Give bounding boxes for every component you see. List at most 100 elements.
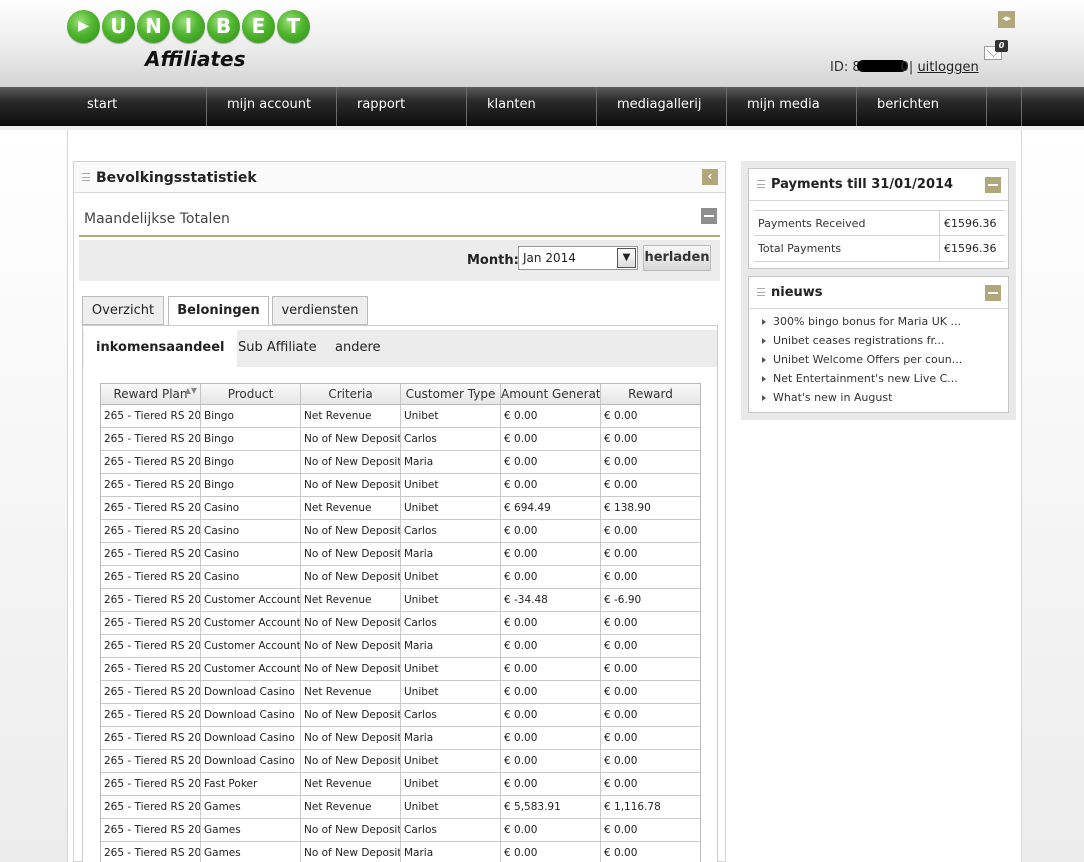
- panel-header: Bevolkingsstatistiek ‹: [74, 162, 725, 193]
- table-row[interactable]: 265 - Tiered RS 2014GamesNet RevenueUnib…: [101, 796, 700, 819]
- cell-customer-type: Unibet: [401, 681, 501, 703]
- logo-letters: ▶ U N I B E T: [67, 10, 312, 43]
- cell-customer-type: Unibet: [401, 474, 501, 496]
- table-row[interactable]: 265 - Tiered RS 2014BingoNo of New Depos…: [101, 428, 700, 451]
- minimize-icon[interactable]: [985, 177, 1001, 193]
- panel-title: Bevolkingsstatistiek: [96, 170, 257, 186]
- month-select-value: Jan 2014: [523, 251, 576, 265]
- table-row[interactable]: 265 - Tiered RS 2014Download CasinoNo of…: [101, 727, 700, 750]
- population-stats-panel: Bevolkingsstatistiek ‹ Maandelijkse Tota…: [73, 161, 726, 862]
- cell-criteria: Net Revenue: [301, 589, 401, 611]
- news-widget: nieuws 300% bingo bonus for Maria UK ...…: [748, 276, 1009, 413]
- cell-product: Bingo: [201, 474, 301, 496]
- cell-criteria: No of New Depositing: [301, 520, 401, 542]
- table-row[interactable]: 265 - Tiered RS 2014GamesNo of New Depos…: [101, 819, 700, 842]
- cell-customer-type: Maria: [401, 842, 501, 862]
- payment-value: €1596.36: [944, 242, 997, 255]
- table-row[interactable]: 265 - Tiered RS 2014CasinoNet RevenueUni…: [101, 497, 700, 520]
- cell-reward: € 0.00: [604, 824, 638, 836]
- nav-item-klanten[interactable]: klanten: [467, 87, 597, 126]
- table-row[interactable]: 265 - Tiered RS 2014Customer AccountNo o…: [101, 612, 700, 635]
- table-row[interactable]: 265 - Tiered RS 2014Customer AccountNet …: [101, 589, 700, 612]
- minimize-icon[interactable]: [985, 285, 1001, 301]
- dropdown-arrow-icon[interactable]: ▼: [617, 248, 636, 268]
- cell-amount-generated: € 0.00: [501, 635, 601, 657]
- cell-product: Customer Account: [201, 612, 301, 634]
- news-item[interactable]: What's new in August: [759, 391, 962, 410]
- news-item[interactable]: Unibet ceases registrations fr...: [759, 334, 962, 353]
- table-row[interactable]: 265 - Tiered RS 2014CasinoNo of New Depo…: [101, 520, 700, 543]
- cell-reward-plan: 265 - Tiered RS 2014: [101, 704, 201, 726]
- table-row[interactable]: 265 - Tiered RS 2014BingoNet RevenueUnib…: [101, 405, 700, 428]
- table-row[interactable]: 265 - Tiered RS 2014Download CasinoNet R…: [101, 681, 700, 704]
- table-row[interactable]: 265 - Tiered RS 2014Customer AccountNo o…: [101, 635, 700, 658]
- news-item[interactable]: 300% bingo bonus for Maria UK ...: [759, 315, 962, 334]
- column-header-reward-plan[interactable]: Reward Plan ▲▼: [101, 384, 201, 404]
- user-id-prefix: ID: 8: [830, 60, 861, 75]
- cell-amount-generated: € 0.00: [501, 704, 601, 726]
- cell-reward: € 0.00: [604, 709, 638, 721]
- drag-handle-icon[interactable]: [757, 288, 765, 296]
- minimize-section-icon[interactable]: [701, 208, 717, 224]
- nav-item-rapport[interactable]: rapport: [337, 87, 467, 126]
- grid-header: Reward Plan ▲▼ Product Criteria Customer…: [101, 384, 700, 405]
- news-widget-header: nieuws: [749, 277, 1008, 309]
- subtab-other[interactable]: andere: [323, 330, 393, 367]
- cell-customer-type: Unibet: [401, 750, 501, 772]
- column-header-product[interactable]: Product: [201, 384, 301, 404]
- news-item[interactable]: Net Entertainment's new Live C...: [759, 372, 962, 391]
- sort-icon[interactable]: ▲▼: [185, 387, 197, 395]
- payment-value: €1596.36: [944, 217, 997, 230]
- table-row[interactable]: 265 - Tiered RS 2014CasinoNo of New Depo…: [101, 566, 700, 589]
- header-toggle-icon[interactable]: ◂▸: [998, 11, 1015, 28]
- month-select[interactable]: Jan 2014 ▼: [518, 246, 638, 270]
- rewards-tab-content: inkomensaandeel Sub Affiliate andere Rew…: [82, 325, 718, 862]
- cell-amount-generated: € 0.00: [501, 819, 601, 841]
- cell-amount-generated: € 0.00: [501, 451, 601, 473]
- cell-reward-plan: 265 - Tiered RS 2014: [101, 612, 201, 634]
- table-row[interactable]: 265 - Tiered RS 2014Fast PokerNet Revenu…: [101, 773, 700, 796]
- collapse-left-icon[interactable]: ‹: [702, 169, 718, 185]
- cell-amount-generated: € 0.00: [501, 750, 601, 772]
- play-icon: ▶: [67, 10, 100, 43]
- news-item[interactable]: Unibet Welcome Offers per coun...: [759, 353, 962, 372]
- column-header-criteria[interactable]: Criteria: [301, 384, 401, 404]
- table-row[interactable]: 265 - Tiered RS 2014Download CasinoNo of…: [101, 704, 700, 727]
- drag-handle-icon[interactable]: [82, 173, 90, 181]
- table-row[interactable]: 265 - Tiered RS 2014CasinoNo of New Depo…: [101, 543, 700, 566]
- drag-handle-icon[interactable]: [757, 180, 765, 188]
- table-row[interactable]: 265 - Tiered RS 2014GamesNo of New Depos…: [101, 842, 700, 862]
- nav-item-start[interactable]: start: [67, 87, 207, 126]
- cell-product: Download Casino: [201, 750, 301, 772]
- user-id-line: ID: 8 0| uitloggen: [830, 60, 979, 75]
- cell-product: Download Casino: [201, 704, 301, 726]
- nav-item-mijn-account[interactable]: mijn account: [207, 87, 337, 126]
- logout-link[interactable]: uitloggen: [917, 60, 978, 75]
- tab-earnings[interactable]: verdiensten: [272, 296, 368, 325]
- table-row[interactable]: 265 - Tiered RS 2014Download CasinoNo of…: [101, 750, 700, 773]
- nav-item-mediagallerij[interactable]: mediagallerij: [597, 87, 727, 126]
- cell-reward-plan: 265 - Tiered RS 2014: [101, 405, 201, 427]
- table-row[interactable]: 265 - Tiered RS 2014BingoNo of New Depos…: [101, 474, 700, 497]
- cell-reward: € 0.00: [604, 525, 638, 537]
- column-header-amount-generated[interactable]: Amount Generated: [501, 384, 601, 404]
- reload-button[interactable]: herladen: [643, 245, 711, 271]
- nav-item-berichten[interactable]: berichten: [857, 87, 987, 126]
- subtab-sub-affiliate[interactable]: Sub Affiliate: [226, 330, 329, 367]
- logo-letter: E: [242, 10, 275, 43]
- payment-label: Payments Received: [754, 211, 940, 235]
- news-widget-title: nieuws: [771, 285, 823, 300]
- cell-reward: € 0.00: [604, 640, 638, 652]
- cell-criteria: Net Revenue: [301, 773, 401, 795]
- logo-letter: B: [207, 10, 240, 43]
- tab-overview[interactable]: Overzicht: [82, 296, 164, 325]
- unibet-affiliates-logo[interactable]: ▶ U N I B E T Affiliates: [67, 10, 312, 72]
- subtab-revenue-share[interactable]: inkomensaandeel: [84, 330, 237, 367]
- column-header-reward[interactable]: Reward: [601, 384, 700, 404]
- tab-rewards[interactable]: Beloningen: [168, 296, 269, 326]
- table-row[interactable]: 265 - Tiered RS 2014BingoNo of New Depos…: [101, 451, 700, 474]
- table-row[interactable]: 265 - Tiered RS 2014Customer AccountNo o…: [101, 658, 700, 681]
- column-header-customer-type[interactable]: Customer Type: [401, 384, 501, 404]
- cell-reward: € -6.90: [604, 594, 642, 606]
- nav-item-mijn-media[interactable]: mijn media: [727, 87, 857, 126]
